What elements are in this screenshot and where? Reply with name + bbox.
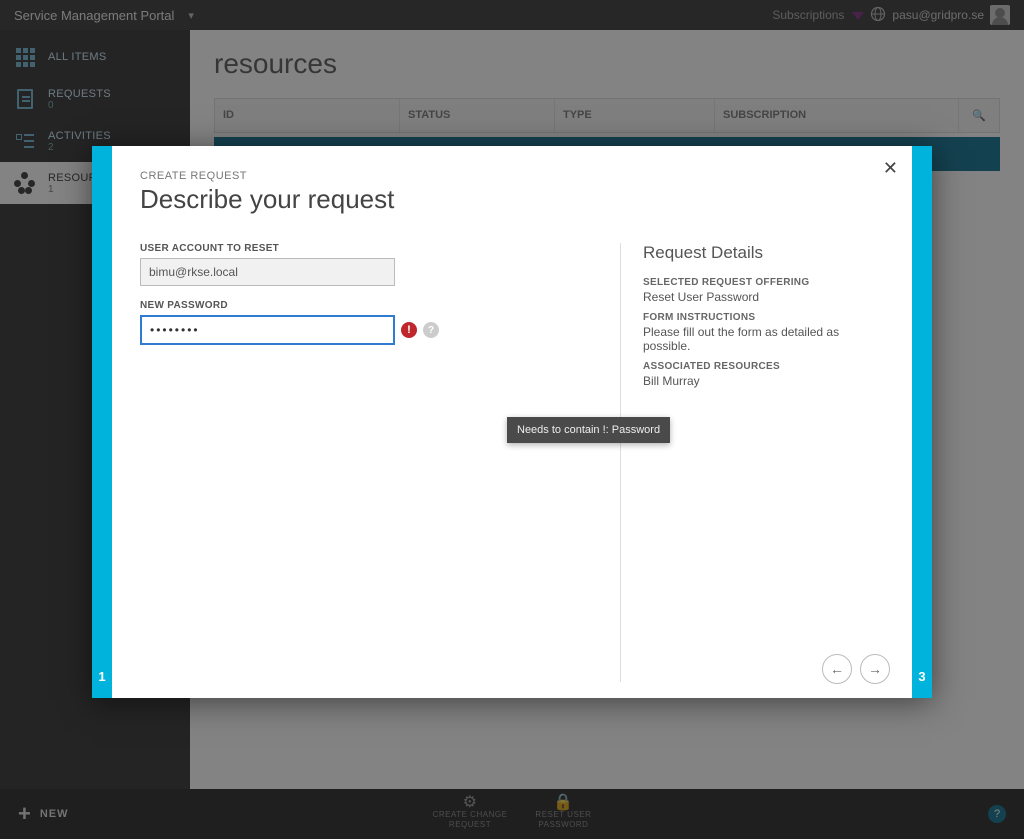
close-icon[interactable]: ✕ — [883, 158, 898, 179]
new-password-input[interactable] — [140, 315, 395, 345]
next-button[interactable]: → — [860, 654, 890, 684]
step-indicator-left: 1 — [92, 146, 112, 698]
modal-title: Describe your request — [140, 184, 884, 215]
user-account-field: bimu@rkse.local — [140, 258, 395, 286]
offering-label: SELECTED REQUEST OFFERING — [643, 277, 884, 288]
field-help-icon[interactable]: ? — [423, 322, 439, 338]
resources-value: Bill Murray — [643, 374, 884, 388]
request-details-heading: Request Details — [643, 243, 884, 263]
breadcrumb: CREATE REQUEST — [140, 170, 884, 182]
step-indicator-right: 3 — [912, 146, 932, 698]
validation-tooltip: Needs to contain !: Password — [507, 417, 670, 443]
resources-label: ASSOCIATED RESOURCES — [643, 361, 884, 372]
prev-button[interactable]: ← — [822, 654, 852, 684]
instructions-value: Please fill out the form as detailed as … — [643, 325, 884, 353]
new-password-label: NEW PASSWORD — [140, 300, 620, 311]
error-icon: ! — [401, 322, 417, 338]
offering-value: Reset User Password — [643, 290, 884, 304]
instructions-label: FORM INSTRUCTIONS — [643, 312, 884, 323]
create-request-modal: 1 ✕ CREATE REQUEST Describe your request… — [92, 146, 932, 698]
user-account-label: USER ACCOUNT TO RESET — [140, 243, 620, 254]
